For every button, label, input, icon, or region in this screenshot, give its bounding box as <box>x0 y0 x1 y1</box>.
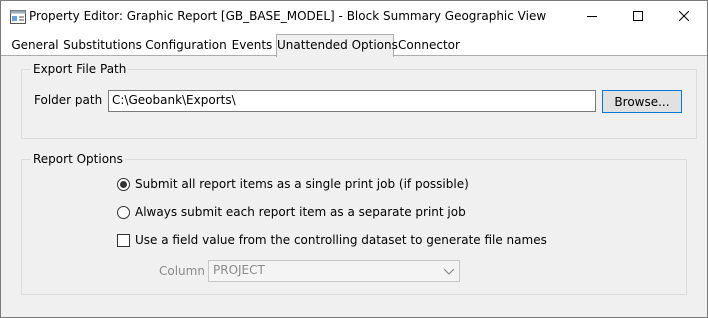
report-options-group: Report Options Submit all report items a… <box>21 152 687 295</box>
close-icon <box>678 10 690 24</box>
folder-path-input[interactable]: C:\Geobank\Exports\ <box>108 90 596 112</box>
export-file-path-group: Export File Path Folder path C:\Geobank\… <box>21 62 697 139</box>
tab-unattended-options[interactable]: Unattended Options <box>276 34 398 57</box>
single-print-job-label[interactable]: Submit all report items as a single prin… <box>135 177 469 191</box>
use-field-value-checkbox[interactable] <box>117 234 130 247</box>
title-bar[interactable]: Property Editor: Graphic Report [GB_BASE… <box>1 1 707 33</box>
window-title: Property Editor: Graphic Report [GB_BASE… <box>29 9 547 23</box>
export-group-label: Export File Path <box>31 62 129 76</box>
tab-connector[interactable]: Connector <box>396 37 462 56</box>
column-select[interactable]: PROJECT <box>208 260 460 282</box>
column-label: Column <box>159 264 205 278</box>
tab-strip: General Substitutions Configuration Even… <box>1 33 707 57</box>
minimize-button[interactable] <box>569 1 615 33</box>
browse-button[interactable]: Browse... <box>602 90 682 113</box>
tab-substitutions[interactable]: Substitutions <box>63 37 142 56</box>
property-editor-window: Property Editor: Graphic Report [GB_BASE… <box>0 0 708 318</box>
maximize-button[interactable] <box>615 1 661 33</box>
tab-general[interactable]: General <box>11 37 59 56</box>
maximize-icon <box>633 10 643 24</box>
graphic-report-icon <box>10 10 26 24</box>
column-select-value: PROJECT <box>213 263 265 277</box>
tab-configuration[interactable]: Configuration <box>145 37 227 56</box>
use-field-value-label[interactable]: Use a field value from the controlling d… <box>135 233 547 247</box>
tab-content: Export File Path Folder path C:\Geobank\… <box>1 56 707 317</box>
separate-print-job-label[interactable]: Always submit each report item as a sepa… <box>135 205 466 219</box>
report-options-label: Report Options <box>31 152 125 166</box>
chevron-down-icon <box>443 265 455 279</box>
tab-events[interactable]: Events <box>230 37 274 56</box>
single-print-job-radio[interactable] <box>117 178 130 191</box>
folder-path-label: Folder path <box>34 93 103 107</box>
close-button[interactable] <box>661 1 707 33</box>
minimize-icon <box>587 10 597 24</box>
separate-print-job-radio[interactable] <box>117 206 130 219</box>
